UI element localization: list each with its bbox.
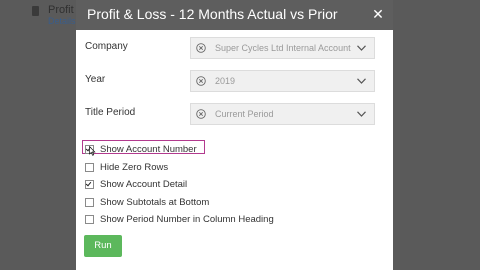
report-dialog: Profit & Loss - 12 Months Actual vs Prio… <box>76 0 393 270</box>
document-icon <box>32 6 39 16</box>
option-show-subtotals-at-bottom[interactable]: Show Subtotals at Bottom <box>84 194 384 212</box>
run-button[interactable]: Run <box>84 235 122 257</box>
chevron-down-icon[interactable] <box>357 111 366 117</box>
checkbox-show-account-detail[interactable] <box>85 180 94 190</box>
chevron-down-icon[interactable] <box>357 78 366 84</box>
option-label: Show Account Number <box>100 144 197 156</box>
title-period-value: Current Period <box>215 109 274 119</box>
option-show-period-number[interactable]: Show Period Number in Column Heading <box>84 211 384 229</box>
company-label: Company <box>85 41 128 52</box>
mouse-cursor-icon <box>89 146 96 156</box>
option-label: Hide Zero Rows <box>100 161 169 173</box>
company-field-row: Company Super Cycles Ltd Internal Accoun… <box>85 37 375 59</box>
background-details-link: Details <box>48 16 76 26</box>
option-show-account-detail[interactable]: Show Account Detail <box>84 176 384 194</box>
title-period-select[interactable]: Current Period <box>190 103 375 125</box>
option-show-account-number[interactable]: Show Account Number <box>82 140 384 159</box>
year-value: 2019 <box>215 76 236 86</box>
year-label: Year <box>85 74 106 85</box>
option-label: Show Period Number in Column Heading <box>100 214 274 226</box>
year-field-row: Year 2019 <box>85 70 375 92</box>
chevron-down-icon[interactable] <box>357 45 366 51</box>
option-label: Show Subtotals at Bottom <box>100 196 210 208</box>
close-icon[interactable]: ✕ <box>371 7 385 21</box>
clear-circle-icon[interactable] <box>196 43 206 53</box>
checkbox-show-period-number[interactable] <box>85 215 94 225</box>
company-select[interactable]: Super Cycles Ltd Internal Account <box>190 37 375 59</box>
background-report-title: Profit <box>48 4 74 16</box>
dialog-title: Profit & Loss - 12 Months Actual vs Prio… <box>87 6 338 22</box>
year-select[interactable]: 2019 <box>190 70 375 92</box>
checkbox-show-subtotals-at-bottom[interactable] <box>85 197 94 207</box>
dialog-header: Profit & Loss - 12 Months Actual vs Prio… <box>76 0 393 30</box>
background-report-item: Profit Details <box>32 4 76 28</box>
checkbox-hide-zero-rows[interactable] <box>85 162 94 172</box>
clear-circle-icon[interactable] <box>196 109 206 119</box>
report-options-list: Show Account Number Hide Zero Rows Show … <box>82 140 384 229</box>
company-value: Super Cycles Ltd Internal Account <box>215 43 351 53</box>
title-period-label: Title Period <box>85 107 136 118</box>
option-label: Show Account Detail <box>100 179 188 191</box>
option-hide-zero-rows[interactable]: Hide Zero Rows <box>84 159 384 177</box>
title-period-field-row: Title Period Current Period <box>85 103 375 125</box>
clear-circle-icon[interactable] <box>196 76 206 86</box>
